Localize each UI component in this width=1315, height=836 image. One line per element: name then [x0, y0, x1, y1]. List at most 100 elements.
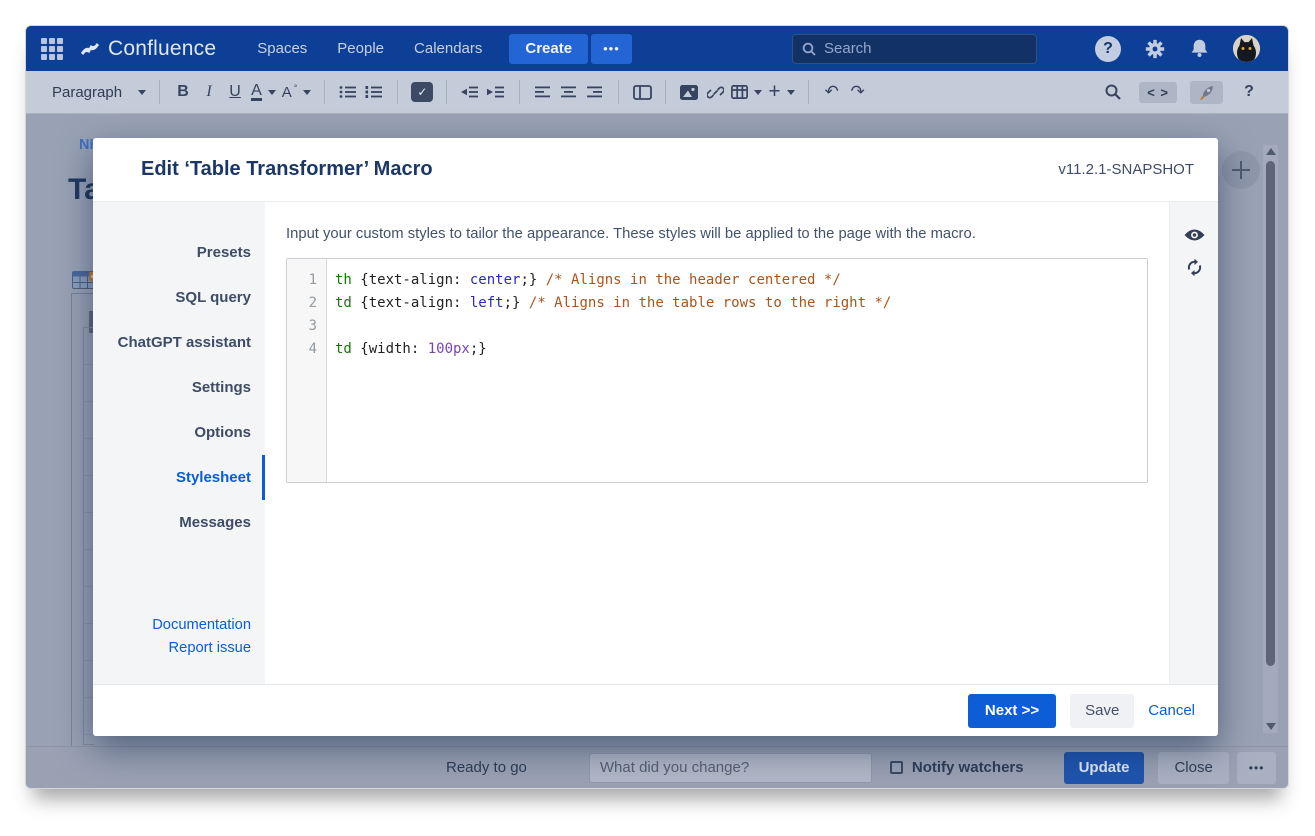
- align-left-button[interactable]: [530, 77, 556, 107]
- indent-icon: [487, 86, 505, 98]
- find-replace-button[interactable]: [1100, 77, 1126, 107]
- rocket-plugin-button[interactable]: [1190, 80, 1223, 104]
- bullet-list-button[interactable]: [335, 77, 361, 107]
- bold-button[interactable]: B: [170, 77, 196, 107]
- refresh-button[interactable]: [1185, 258, 1204, 277]
- tab-settings[interactable]: Settings: [93, 365, 265, 410]
- cat-avatar-image: [1233, 35, 1260, 62]
- update-button[interactable]: Update: [1063, 751, 1145, 784]
- preview-button[interactable]: [1184, 228, 1205, 242]
- tab-messages[interactable]: Messages: [93, 500, 265, 545]
- notify-watchers-checkbox[interactable]: [889, 761, 903, 774]
- plugin-version: v11.2.1-SNAPSHOT: [1058, 161, 1194, 178]
- global-search[interactable]: [792, 33, 1037, 64]
- code-line: td {width: 100px;}: [335, 341, 487, 357]
- task-list-button[interactable]: ✓: [408, 77, 436, 107]
- notifications-icon[interactable]: [1189, 38, 1210, 59]
- chevron-down-icon: [786, 89, 795, 95]
- outdent-icon: [461, 86, 479, 98]
- chevron-down-icon: [303, 89, 312, 95]
- line-number: 1: [308, 272, 317, 288]
- align-center-icon: [561, 86, 577, 97]
- nav-item-calendars[interactable]: Calendars: [414, 40, 482, 57]
- tab-sql-query[interactable]: SQL query: [93, 275, 265, 320]
- numbered-list-icon: [365, 86, 383, 98]
- link-report-issue[interactable]: Report issue: [169, 637, 251, 660]
- editor-help-button[interactable]: ?: [1236, 77, 1262, 107]
- insert-more-dropdown[interactable]: +: [765, 77, 797, 107]
- notify-watchers-label: Notify watchers: [911, 759, 1024, 776]
- user-avatar[interactable]: [1233, 35, 1260, 62]
- next-button[interactable]: Next >>: [967, 693, 1057, 728]
- app-window: Confluence Spaces People Calendars Create …: [25, 25, 1289, 789]
- pane-description: Input your custom styles to tailor the a…: [286, 226, 976, 242]
- scroll-up-arrow-icon[interactable]: [1265, 148, 1276, 155]
- add-content-button[interactable]: [1222, 151, 1260, 189]
- dialog-header: Edit ‘Table Transformer’ Macro v11.2.1-S…: [93, 138, 1218, 202]
- change-comment-input[interactable]: [588, 752, 872, 783]
- nav-item-people[interactable]: People: [337, 40, 384, 57]
- cancel-button[interactable]: Cancel: [1148, 702, 1195, 719]
- scroll-down-arrow-icon[interactable]: [1265, 723, 1276, 730]
- eye-icon: [1184, 229, 1204, 241]
- help-icon[interactable]: ?: [1095, 35, 1121, 62]
- insert-link-button[interactable]: [702, 77, 728, 107]
- line-number: 2: [308, 295, 317, 311]
- table-icon: [731, 85, 749, 99]
- confluence-logo[interactable]: Confluence: [79, 37, 216, 61]
- statusbar-more-button[interactable]: •••: [1236, 751, 1277, 784]
- macro-edit-dialog: Edit ‘Table Transformer’ Macro v11.2.1-S…: [93, 138, 1218, 736]
- indent-button[interactable]: [483, 77, 509, 107]
- source-editor-button[interactable]: < >: [1139, 81, 1177, 103]
- top-navigation: Confluence Spaces People Calendars Create …: [26, 26, 1288, 71]
- code-area[interactable]: th {text-align: center;} /* Aligns in th…: [327, 259, 1147, 482]
- bullet-list-icon: [339, 86, 357, 98]
- numbered-list-button[interactable]: [361, 77, 387, 107]
- search-input[interactable]: [824, 40, 1004, 57]
- chevron-down-icon: [754, 89, 763, 95]
- confluence-logo-icon: [81, 42, 99, 55]
- align-center-button[interactable]: [556, 77, 582, 107]
- nav-item-spaces[interactable]: Spaces: [257, 40, 307, 57]
- editor-toolbar: Paragraph B I U A A ° ✓ + ↶ ↷ < > ?: [26, 71, 1288, 114]
- close-button[interactable]: Close: [1158, 751, 1229, 784]
- create-button[interactable]: Create: [509, 33, 589, 64]
- stylesheet-pane: Input your custom styles to tailor the a…: [265, 202, 1169, 684]
- rocket-icon: [1200, 85, 1213, 100]
- dialog-links: Documentation Report issue: [93, 614, 265, 684]
- italic-button[interactable]: I: [196, 77, 222, 107]
- tab-stylesheet[interactable]: Stylesheet: [93, 455, 265, 500]
- app-switcher-icon[interactable]: [41, 37, 63, 60]
- save-button[interactable]: Save: [1070, 693, 1135, 728]
- text-color-dropdown[interactable]: A: [248, 77, 279, 107]
- insert-table-dropdown[interactable]: [728, 77, 765, 107]
- scrollbar-thumb[interactable]: [1266, 161, 1275, 666]
- tab-options[interactable]: Options: [93, 410, 265, 455]
- search-icon: [802, 42, 816, 56]
- undo-button[interactable]: ↶: [819, 77, 845, 107]
- tab-chatgpt-assistant[interactable]: ChatGPT assistant: [93, 320, 265, 365]
- formatting-dropdown[interactable]: A °: [279, 77, 315, 107]
- page-scrollbar[interactable]: [1263, 145, 1278, 733]
- gear-icon[interactable]: [1144, 38, 1166, 60]
- align-left-icon: [535, 86, 551, 97]
- nav-more-button[interactable]: •••: [591, 33, 632, 64]
- outdent-button[interactable]: [457, 77, 483, 107]
- save-status-text: Ready to go: [446, 759, 527, 776]
- dialog-side-actions: [1169, 202, 1218, 684]
- insert-image-button[interactable]: [676, 77, 702, 107]
- redo-button[interactable]: ↷: [845, 77, 871, 107]
- underline-button[interactable]: U: [222, 77, 248, 107]
- paragraph-style-dropdown[interactable]: Paragraph: [49, 77, 149, 107]
- tab-presets[interactable]: Presets: [93, 230, 265, 275]
- page-layout-button[interactable]: [629, 77, 655, 107]
- align-right-button[interactable]: [582, 77, 608, 107]
- task-check-icon: ✓: [411, 82, 434, 102]
- link-documentation[interactable]: Documentation: [152, 614, 251, 637]
- image-icon: [680, 84, 699, 100]
- code-line: td {text-align: left;} /* Aligns in the …: [335, 295, 892, 311]
- code-line: th {text-align: center;} /* Aligns in th…: [335, 272, 841, 288]
- product-name: Confluence: [108, 36, 217, 60]
- dialog-tab-list: Presets SQL query ChatGPT assistant Setting…: [93, 202, 265, 684]
- css-code-editor[interactable]: 1 2 3 4 th {text-align: center;} /* Aligns …: [286, 258, 1148, 483]
